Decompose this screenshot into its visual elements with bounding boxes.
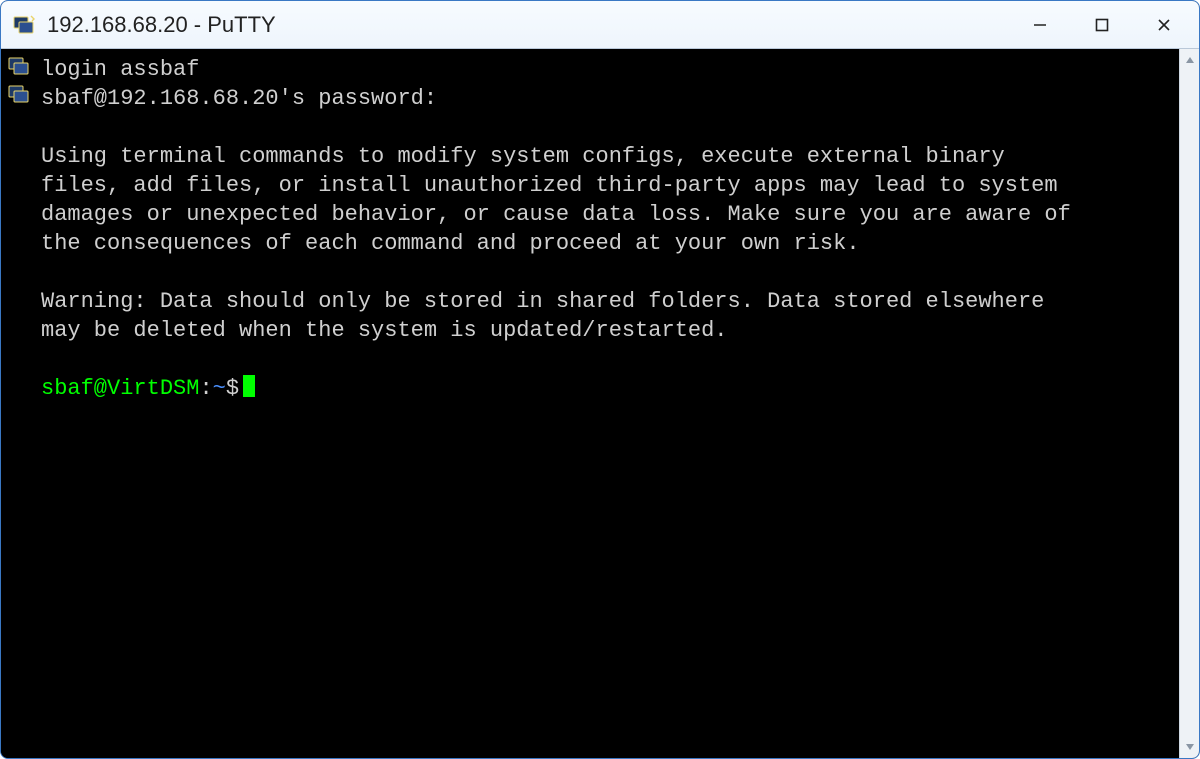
putty-session-icon [8,83,30,105]
terminal-line-password: sbaf@192.168.68.20's password: [41,84,1173,113]
window-controls [1009,1,1195,49]
terminal-blank-line [41,113,1173,142]
putty-app-icon [13,14,35,36]
terminal-line-login: login assbaf [41,55,1173,84]
terminal-prompt-line: sbaf@VirtDSM:~$ [41,374,1173,403]
prompt-separator: : [199,376,212,401]
prompt-path: ~ [213,376,226,401]
maximize-button[interactable] [1071,1,1133,49]
prompt-symbol: $ [226,376,239,401]
terminal-cursor [243,375,255,397]
scroll-up-arrow-icon[interactable] [1180,49,1199,71]
terminal-blank-line [41,345,1173,374]
close-button[interactable] [1133,1,1195,49]
putty-session-icon [8,55,30,77]
content-area: login assbafsbaf@192.168.68.20's passwor… [1,49,1199,758]
prompt-user-host: sbaf@VirtDSM [41,376,199,401]
window-title: 192.168.68.20 - PuTTY [47,12,1009,38]
terminal-blank-line [41,258,1173,287]
putty-window: 192.168.68.20 - PuTTY [0,0,1200,759]
titlebar[interactable]: 192.168.68.20 - PuTTY [1,1,1199,49]
vertical-scrollbar[interactable] [1179,49,1199,758]
session-icon-gutter [1,49,37,758]
terminal-motd-block2: Warning: Data should only be stored in s… [41,287,1173,345]
scroll-down-arrow-icon[interactable] [1180,736,1199,758]
terminal-viewport[interactable]: login assbafsbaf@192.168.68.20's passwor… [37,49,1179,758]
terminal-motd-block1: Using terminal commands to modify system… [41,142,1173,258]
minimize-button[interactable] [1009,1,1071,49]
